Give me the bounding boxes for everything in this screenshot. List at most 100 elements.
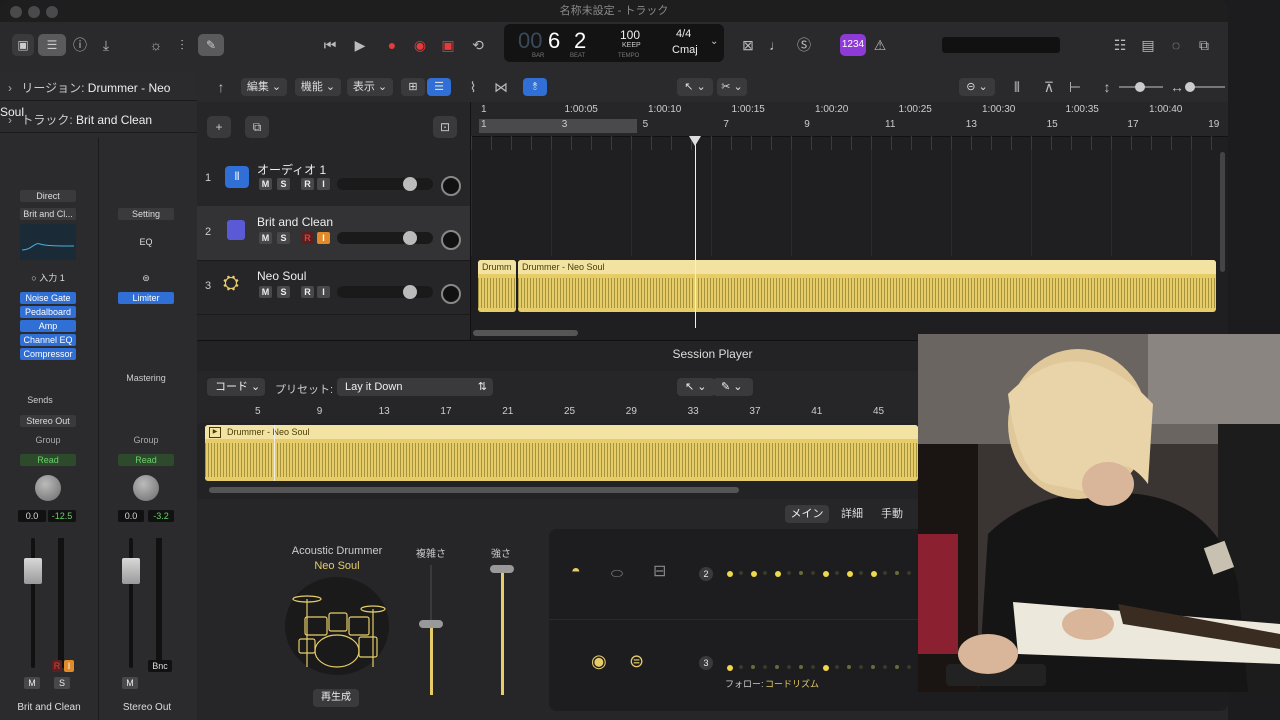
- editor-drummer-region[interactable]: Drummer - Neo Soul ▶: [205, 425, 918, 481]
- snare-icon[interactable]: ⊜: [629, 651, 644, 672]
- editor-scrollbar[interactable]: [209, 487, 739, 493]
- help-icon[interactable]: ⓘ: [68, 34, 92, 56]
- catch-icon[interactable]: ⥉: [523, 78, 547, 96]
- eq-thumbnail[interactable]: [20, 224, 76, 260]
- pattern-step[interactable]: [835, 571, 839, 575]
- solo-button[interactable]: S: [277, 178, 290, 190]
- pattern-step[interactable]: [739, 571, 743, 575]
- mute-button[interactable]: M: [259, 286, 272, 298]
- pattern-step[interactable]: [763, 665, 767, 669]
- pattern-step[interactable]: [895, 571, 899, 575]
- pattern-step[interactable]: [763, 571, 767, 575]
- preset-dropdown[interactable]: Lay it Down ⇅: [337, 378, 493, 396]
- solo-mode-icon[interactable]: Ⓢ: [792, 34, 816, 56]
- pattern-step[interactable]: [835, 665, 839, 669]
- regenerate-button[interactable]: 再生成: [313, 689, 359, 707]
- vertical-fit-icon[interactable]: ⊼: [1037, 76, 1061, 98]
- patch-button[interactable]: Brit and Cl...: [20, 208, 76, 220]
- track-volume-slider[interactable]: [337, 285, 433, 299]
- volume-fader[interactable]: [122, 558, 140, 584]
- follow-value[interactable]: コードリズム: [765, 677, 819, 690]
- tab-details[interactable]: 詳細: [837, 505, 867, 523]
- vertical-zoom-slider[interactable]: [1119, 82, 1163, 92]
- cycle-icon[interactable]: ⟲: [466, 34, 490, 56]
- snap-menu[interactable]: ⊝ ⌄: [959, 78, 995, 96]
- pattern-step[interactable]: [775, 665, 779, 669]
- waveform-zoom-icon[interactable]: ⦀: [1005, 76, 1029, 98]
- pan-knob[interactable]: [35, 475, 61, 501]
- record-enable-button[interactable]: R: [52, 660, 62, 672]
- horizontal-scrollbar[interactable]: [473, 330, 578, 336]
- editor-playhead[interactable]: [274, 425, 275, 481]
- pattern-step[interactable]: [871, 571, 877, 577]
- pattern-step[interactable]: [847, 571, 853, 577]
- volume-thumb[interactable]: [403, 177, 417, 191]
- pattern-step[interactable]: [811, 571, 815, 575]
- pointer-tool[interactable]: ↖ ⌄: [677, 78, 713, 96]
- pan-knob[interactable]: [133, 475, 159, 501]
- horizontal-zoom-thumb[interactable]: [1185, 82, 1195, 92]
- track-row-3[interactable]: 3 ⛭ Neo Soul M S R I: [197, 260, 470, 315]
- inspector-button[interactable]: ☰: [38, 34, 66, 56]
- automation-icon[interactable]: ⌇: [461, 76, 485, 98]
- editor-ruler[interactable]: 5 9 13 17 21 25 29 33 37 41 45: [197, 403, 918, 423]
- pattern-step[interactable]: [799, 665, 803, 669]
- pencil-tool[interactable]: ✎ ⌄: [713, 378, 753, 396]
- volume-thumb[interactable]: [403, 231, 417, 245]
- browser-icon[interactable]: ⧉: [1192, 34, 1216, 56]
- timeline-ruler[interactable]: 1 1:00:05 1:00:10 1:00:15 1:00:20 1:00:25 1:00…: [471, 102, 1228, 137]
- list-view-icon[interactable]: ☰: [427, 78, 451, 96]
- editors-button[interactable]: ✎: [198, 34, 224, 56]
- track-name[interactable]: Brit and Clean: [257, 215, 333, 229]
- volume-thumb[interactable]: [403, 285, 417, 299]
- track-inspector-header[interactable]: › トラック: Brit and Clean: [0, 108, 197, 133]
- track-pan-knob[interactable]: [441, 284, 461, 304]
- global-tracks-icon[interactable]: ⊡: [433, 116, 457, 138]
- minimize-window-icon[interactable]: [28, 6, 40, 18]
- track-name[interactable]: オーディオ 1: [257, 161, 326, 178]
- play-region-icon[interactable]: ▶: [209, 427, 221, 438]
- undo-icon[interactable]: ⊠: [736, 34, 760, 56]
- pattern-step[interactable]: [847, 665, 851, 669]
- mute-button[interactable]: M: [259, 232, 272, 244]
- grid-view-icon[interactable]: ⊞: [401, 78, 425, 96]
- plugin-slot[interactable]: Compressor: [20, 348, 76, 360]
- flex-icon[interactable]: ⋈: [489, 76, 513, 98]
- function-menu[interactable]: 機能 ⌄: [295, 78, 341, 96]
- smart-controls-icon[interactable]: ☼: [144, 34, 168, 56]
- mute-button[interactable]: M: [259, 178, 272, 190]
- mixer-icon[interactable]: ⫶: [170, 34, 194, 56]
- metronome-icon[interactable]: ⚠: [868, 34, 892, 56]
- plugin-slot[interactable]: Channel EQ: [20, 334, 76, 346]
- tab-main[interactable]: メイン: [785, 505, 829, 523]
- edit-menu[interactable]: 編集 ⌄: [241, 78, 287, 96]
- volume-fader[interactable]: [24, 558, 42, 584]
- pattern-step[interactable]: [859, 571, 863, 575]
- pattern-step[interactable]: [883, 571, 887, 575]
- bounce-button[interactable]: Bnc: [148, 660, 172, 672]
- pattern-step[interactable]: [727, 571, 733, 577]
- output-button[interactable]: Stereo Out: [20, 415, 76, 427]
- count-in-button[interactable]: 1234: [840, 34, 866, 56]
- plugin-slot[interactable]: Amp: [20, 320, 76, 332]
- play-icon[interactable]: ▶: [348, 34, 372, 56]
- automation-mode[interactable]: Read: [118, 454, 174, 466]
- back-arrow-icon[interactable]: ↑: [209, 76, 233, 98]
- eq-slot[interactable]: EQ: [118, 224, 174, 260]
- input-monitor-button[interactable]: I: [317, 286, 330, 298]
- pattern-step[interactable]: [907, 665, 911, 669]
- notepad-icon[interactable]: ▤: [1136, 34, 1160, 56]
- horizontal-fit-icon[interactable]: ⊢: [1063, 76, 1087, 98]
- automation-mode[interactable]: Read: [20, 454, 76, 466]
- mute-button[interactable]: M: [122, 677, 138, 689]
- solo-button[interactable]: S: [277, 232, 290, 244]
- close-window-icon[interactable]: [10, 6, 22, 18]
- pattern-step[interactable]: [787, 665, 791, 669]
- record-icon[interactable]: ●: [380, 34, 404, 56]
- group-slot[interactable]: Group: [118, 434, 174, 446]
- track-volume-slider[interactable]: [337, 231, 433, 245]
- input-monitor-button[interactable]: I: [317, 232, 330, 244]
- tuner-icon[interactable]: ♩: [764, 34, 788, 56]
- input-button[interactable]: ○ 入力 1: [20, 272, 76, 284]
- region-inspector-header[interactable]: › リージョン: Drummer - Neo Soul: [0, 76, 197, 119]
